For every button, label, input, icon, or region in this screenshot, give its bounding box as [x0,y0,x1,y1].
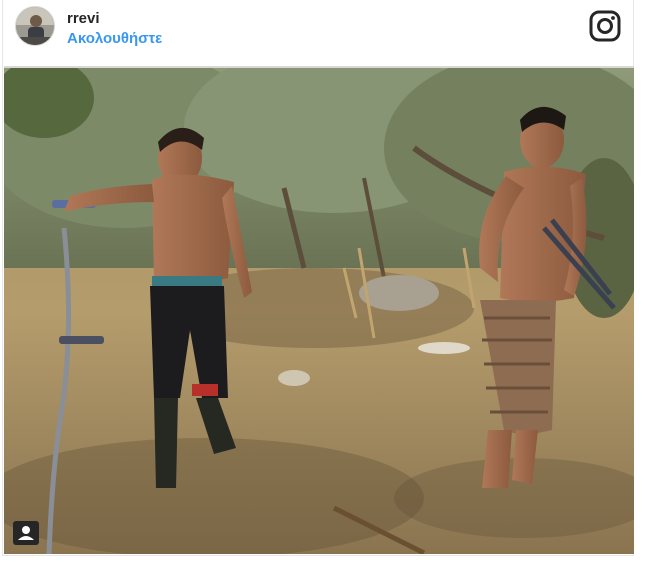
instagram-embed: rrevi Ακολουθήστε [2,0,634,556]
username[interactable]: rrevi [67,10,100,27]
follow-link[interactable]: Ακολουθήστε [67,30,162,47]
avatar[interactable] [15,6,55,46]
post-photo[interactable] [4,66,634,554]
post-header: rrevi Ακολουθήστε [3,0,635,66]
page-background [0,558,646,576]
user-tag-icon[interactable] [13,521,39,545]
instagram-logo-icon[interactable] [589,10,621,42]
